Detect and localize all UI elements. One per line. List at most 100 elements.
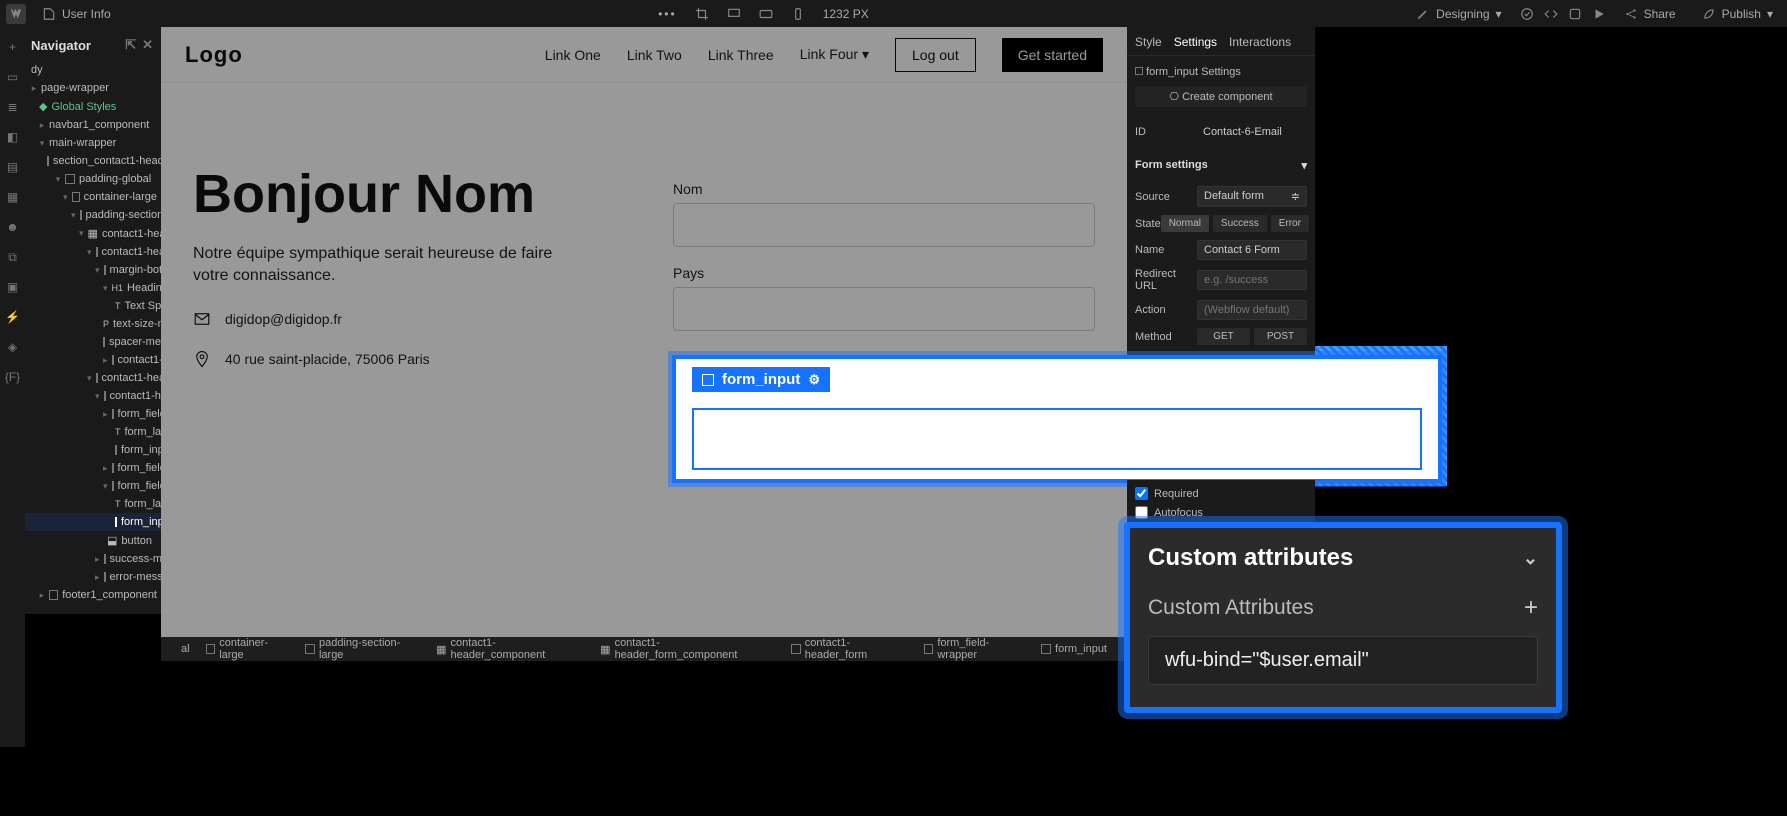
tab-style[interactable]: Style bbox=[1135, 35, 1162, 49]
nav-item[interactable]: ▾form_field-w bbox=[25, 477, 161, 495]
nav-item[interactable]: ▸page-wrapper bbox=[25, 79, 161, 97]
nav-item[interactable]: spacer-mediu bbox=[25, 333, 161, 351]
assets-icon[interactable]: ▦ bbox=[5, 189, 21, 205]
nav-item[interactable]: form_inpu bbox=[25, 441, 161, 459]
nav-item[interactable]: ▾container-large bbox=[25, 188, 161, 206]
pages-icon[interactable]: ▭ bbox=[5, 69, 21, 85]
pays-input[interactable] bbox=[673, 287, 1095, 331]
navigator-icon[interactable]: ≣ bbox=[5, 99, 21, 115]
site-logo[interactable]: Logo bbox=[185, 42, 243, 68]
add-attribute-button[interactable]: + bbox=[1524, 594, 1538, 622]
nav-item[interactable]: ▾padding-global bbox=[25, 170, 161, 188]
page-name: User Info bbox=[62, 7, 111, 21]
selection-tag[interactable]: form_input ⚙ bbox=[692, 367, 830, 392]
nav-item[interactable]: TText Span bbox=[25, 297, 161, 315]
state-options[interactable]: Normal Success Error bbox=[1161, 215, 1309, 232]
chevron-down-icon: ▾ bbox=[862, 46, 869, 62]
components-icon[interactable]: ◧ bbox=[5, 129, 21, 145]
logic-icon[interactable]: ⚡ bbox=[5, 309, 21, 325]
nav-item[interactable]: ▸error-message bbox=[25, 568, 161, 586]
nav-item[interactable]: ▸footer1_component bbox=[25, 586, 161, 604]
publish-button[interactable]: Publish ▾ bbox=[1694, 4, 1781, 24]
form-name-input[interactable]: Contact 6 Form bbox=[1197, 240, 1307, 260]
nav-link[interactable]: Link One bbox=[545, 47, 601, 63]
nav-item[interactable]: ▾main-wrapper bbox=[25, 134, 161, 152]
form-settings-heading[interactable]: Form settings▾ bbox=[1127, 151, 1315, 176]
crumb[interactable]: ▦contact1-header_component bbox=[436, 637, 584, 661]
attribute-row[interactable]: wfu-bind="$user.email" bbox=[1148, 636, 1538, 685]
ecommerce-icon[interactable]: ⧉ bbox=[5, 249, 21, 265]
nav-item[interactable]: dy bbox=[25, 61, 161, 79]
check-icon[interactable] bbox=[1520, 7, 1534, 21]
nav-item[interactable]: ▾H1Heading 1 bbox=[25, 279, 161, 297]
nav-link-dropdown[interactable]: Link Four ▾ bbox=[800, 46, 869, 63]
nav-item[interactable]: ▾padding-section-large bbox=[25, 206, 161, 224]
tab-interactions[interactable]: Interactions bbox=[1229, 35, 1291, 49]
cms-icon[interactable]: ▤ bbox=[5, 159, 21, 175]
nom-label: Nom bbox=[673, 181, 1095, 197]
nav-item[interactable]: Tform_labe bbox=[25, 495, 161, 513]
redirect-input[interactable] bbox=[1197, 270, 1307, 290]
code-icon[interactable] bbox=[1544, 7, 1558, 21]
navigator-pin-icon[interactable]: ⇱ bbox=[125, 37, 136, 53]
required-checkbox[interactable]: Required bbox=[1135, 484, 1307, 503]
email-input-selected[interactable] bbox=[692, 408, 1422, 470]
nav-link[interactable]: Link Three bbox=[708, 47, 774, 63]
crumb[interactable]: al bbox=[181, 643, 190, 655]
nav-item[interactable]: ▾contact1-head bbox=[25, 387, 161, 405]
id-value[interactable]: Contact-6-Email bbox=[1197, 123, 1307, 141]
gear-icon[interactable]: ⚙ bbox=[808, 372, 820, 388]
create-component-button[interactable]: ⎔ Create component bbox=[1135, 86, 1307, 107]
navigator-close-icon[interactable]: ✕ bbox=[142, 37, 153, 53]
nav-item[interactable]: Ptext-size-med bbox=[25, 315, 161, 333]
crumb[interactable]: contact1-header_form bbox=[791, 637, 908, 661]
tablet-landscape-icon[interactable] bbox=[759, 7, 773, 21]
crumb[interactable]: ▦contact1-header_form_component bbox=[600, 637, 775, 661]
crumb[interactable]: container-large bbox=[206, 637, 290, 661]
apps-icon[interactable]: ▣ bbox=[5, 279, 21, 295]
crumb[interactable]: form_field-wrapper bbox=[924, 637, 1025, 661]
nav-link[interactable]: Link Two bbox=[627, 47, 682, 63]
source-select[interactable]: Default form ≑ bbox=[1197, 186, 1307, 207]
site-navbar: Logo Link One Link Two Link Three Link F… bbox=[161, 27, 1127, 83]
webflow-logo-icon[interactable] bbox=[6, 4, 26, 24]
design-canvas[interactable]: Logo Link One Link Two Link Three Link F… bbox=[161, 27, 1127, 637]
crumb[interactable]: padding-section-large bbox=[305, 637, 420, 661]
method-options[interactable]: GET POST bbox=[1197, 328, 1307, 345]
get-started-button[interactable]: Get started bbox=[1002, 38, 1103, 72]
nom-input[interactable] bbox=[673, 203, 1095, 247]
users-icon[interactable]: ☻ bbox=[5, 219, 21, 235]
chevron-down-icon[interactable]: ⌄ bbox=[1523, 548, 1538, 569]
nav-item[interactable]: ▸contact1-head bbox=[25, 351, 161, 369]
nav-item[interactable]: ◆Global Styles bbox=[25, 97, 161, 116]
nav-item[interactable]: section_contact1-header bbox=[25, 152, 161, 170]
desktop-icon[interactable] bbox=[727, 7, 741, 21]
nav-item[interactable]: ▸success-mess bbox=[25, 550, 161, 568]
nav-item[interactable]: ▸form_field-w bbox=[25, 405, 161, 423]
nav-item[interactable]: ▾▦contact1-header_c... bbox=[25, 224, 161, 243]
nav-item[interactable]: ▾margin-bottom bbox=[25, 261, 161, 279]
crumb[interactable]: form_input bbox=[1041, 643, 1107, 655]
nav-item[interactable]: Tform_labe bbox=[25, 423, 161, 441]
play-icon[interactable] bbox=[1592, 7, 1606, 21]
variables-icon[interactable]: {F} bbox=[5, 369, 21, 385]
action-input[interactable] bbox=[1197, 300, 1307, 320]
autofocus-checkbox[interactable]: Autofocus bbox=[1135, 503, 1307, 522]
mobile-icon[interactable] bbox=[791, 7, 805, 21]
tab-settings[interactable]: Settings bbox=[1174, 35, 1217, 49]
cube-icon[interactable]: ◈ bbox=[5, 339, 21, 355]
crop-icon[interactable] bbox=[695, 7, 709, 21]
mode-selector[interactable]: Designing ▾ bbox=[1408, 4, 1509, 24]
add-icon[interactable]: + bbox=[5, 39, 21, 55]
nav-item-selected[interactable]: form_inpu bbox=[25, 513, 161, 531]
share-button[interactable]: Share bbox=[1616, 4, 1684, 24]
nav-item[interactable]: ▸navbar1_component bbox=[25, 116, 161, 134]
logout-button[interactable]: Log out bbox=[895, 38, 976, 72]
nav-item[interactable]: ▸form_field-w bbox=[25, 459, 161, 477]
nav-item[interactable]: ▾contact1-header bbox=[25, 369, 161, 387]
export-icon[interactable] bbox=[1568, 7, 1582, 21]
more-icon[interactable]: ••• bbox=[658, 7, 677, 21]
nav-item[interactable]: ⬓button bbox=[25, 531, 161, 550]
nav-item[interactable]: ▾contact1-header bbox=[25, 243, 161, 261]
page-selector[interactable]: User Info bbox=[34, 4, 119, 24]
